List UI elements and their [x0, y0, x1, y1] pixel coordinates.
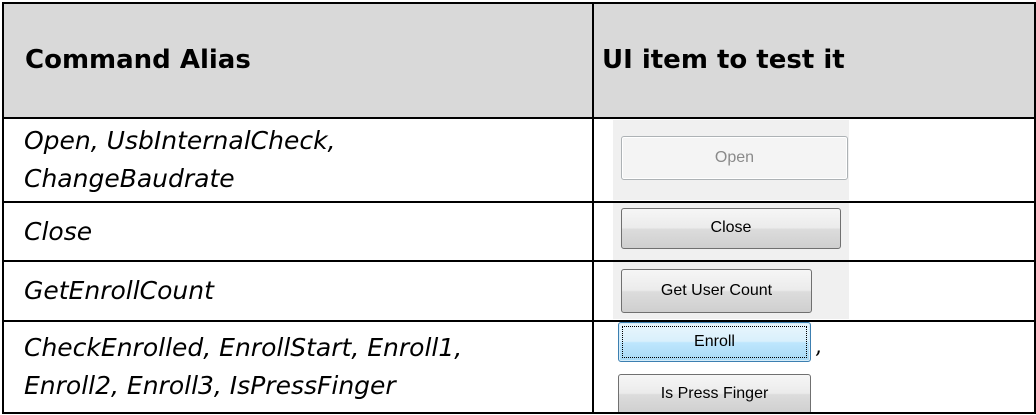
ui-item-cell: Get User Count	[592, 260, 1036, 322]
alias-line: Open, UsbInternalCheck,	[24, 125, 336, 155]
alias-line: Close	[24, 216, 93, 246]
open-button[interactable]: Open	[621, 135, 848, 180]
alias-line: ChangeBaudrate	[24, 163, 235, 193]
alias-cell: Open, UsbInternalCheck, ChangeBaudrate	[2, 116, 594, 203]
close-button[interactable]: Close	[621, 207, 841, 249]
enroll-button[interactable]: Enroll	[618, 322, 811, 362]
table-row: Open, UsbInternalCheck, ChangeBaudrate O…	[2, 116, 1036, 203]
separator-comma: ,	[815, 333, 822, 359]
header-ui-item: UI item to test it	[592, 2, 1036, 119]
ui-item-cell: Open	[592, 116, 1036, 203]
table-header-row: Command Alias UI item to test it	[2, 2, 1036, 119]
enroll-button-label: Enroll	[694, 332, 735, 350]
header-command-alias: Command Alias	[2, 2, 594, 119]
alias-line: GetEnrollCount	[24, 275, 214, 305]
table-row: Close Close	[2, 200, 1036, 263]
alias-line: CheckEnrolled, EnrollStart, Enroll1,	[24, 332, 463, 362]
ui-item-cell: Close	[592, 200, 1036, 263]
table-row: GetEnrollCount Get User Count	[2, 260, 1036, 322]
ui-item-cell: Enroll , Is Press Finger	[592, 319, 1036, 415]
alias-cell: Close	[2, 200, 594, 263]
get-user-count-button[interactable]: Get User Count	[621, 269, 812, 314]
alias-cell: GetEnrollCount	[2, 260, 594, 322]
table-row: CheckEnrolled, EnrollStart, Enroll1, Enr…	[2, 319, 1036, 415]
command-alias-table: Command Alias UI item to test it Open, U…	[2, 2, 1036, 415]
is-press-finger-button[interactable]: Is Press Finger	[618, 373, 811, 411]
alias-line: Enroll2, Enroll3, IsPressFinger	[24, 370, 396, 400]
alias-cell: CheckEnrolled, EnrollStart, Enroll1, Enr…	[2, 319, 594, 415]
